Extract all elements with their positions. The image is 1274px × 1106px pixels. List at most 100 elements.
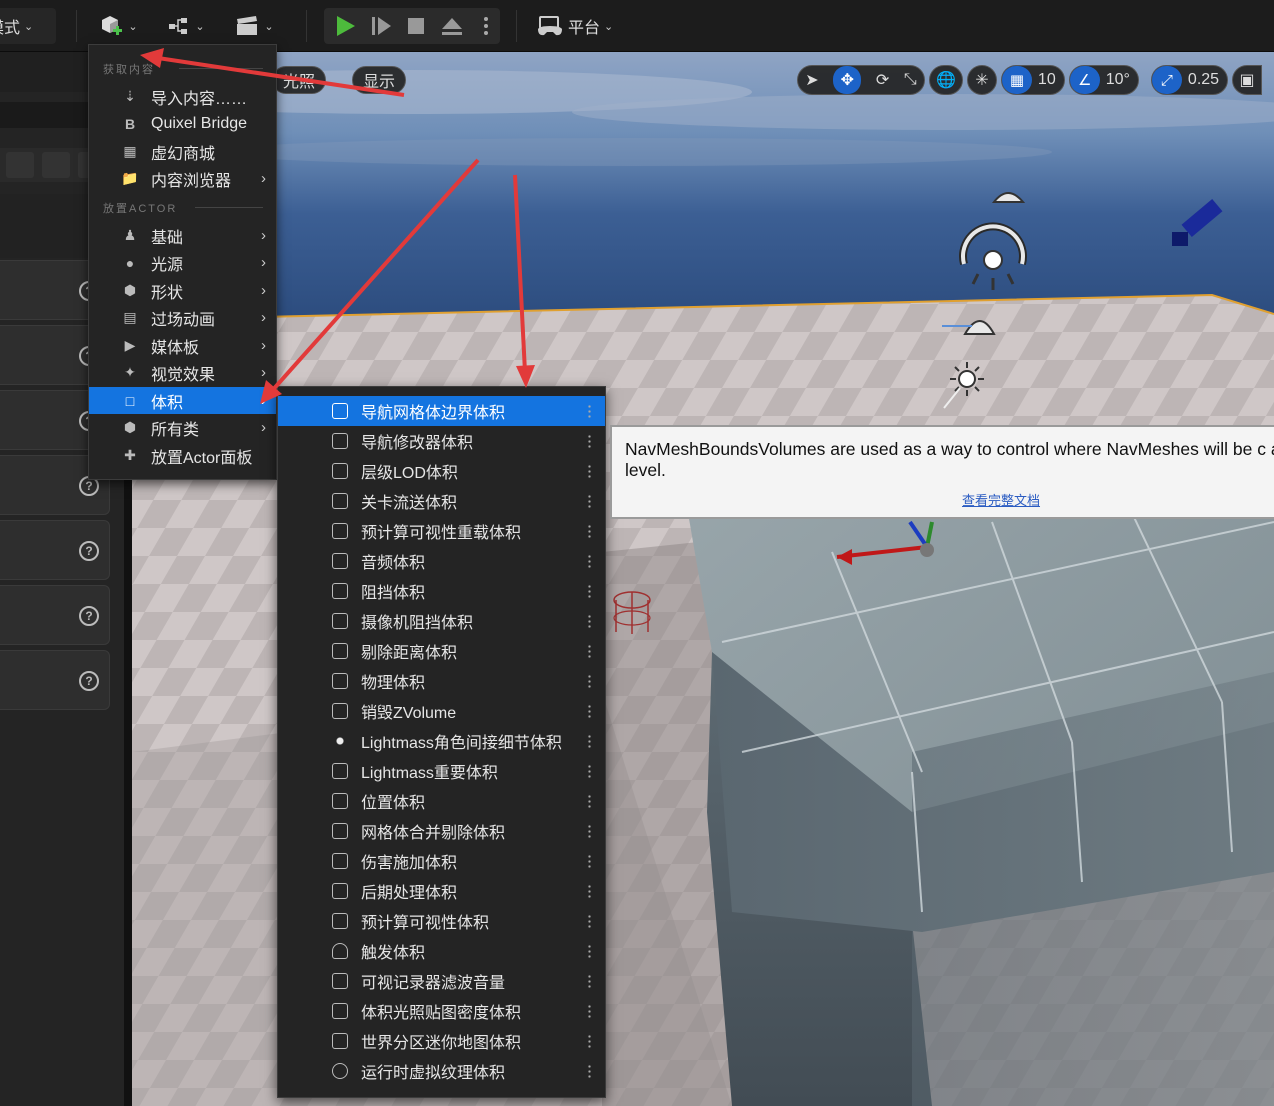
volume-menu-item[interactable]: 阻挡体积 [278, 576, 605, 606]
volume-menu-item[interactable]: 预计算可视性体积 [278, 906, 605, 936]
skip-forward-icon[interactable] [372, 17, 391, 35]
drag-handle-icon[interactable] [587, 764, 593, 778]
scale-snap-value: 0.25 [1187, 71, 1220, 88]
mode-selector[interactable]: 模式 ⌄ [0, 8, 56, 44]
panel-card[interactable]: ? [0, 520, 110, 580]
drag-handle-icon[interactable] [587, 1004, 593, 1018]
drag-handle-icon[interactable] [587, 914, 593, 928]
world-local-toggle[interactable]: 🌐 [929, 65, 963, 95]
drag-handle-icon[interactable] [587, 644, 593, 658]
volume-menu-item[interactable]: 导航修改器体积 [278, 426, 605, 456]
lighting-mode-button[interactable]: 光照 [272, 66, 327, 94]
volume-menu-item[interactable]: 体积光照贴图密度体积 [278, 996, 605, 1026]
drag-handle-icon[interactable] [587, 824, 593, 838]
drag-handle-icon[interactable] [587, 464, 593, 478]
help-icon[interactable]: ? [79, 541, 99, 561]
help-icon[interactable]: ? [79, 606, 99, 626]
menu-item-lights[interactable]: ● 光源 › [89, 249, 276, 276]
create-button[interactable]: ⌄ [92, 8, 144, 44]
platforms-label: 平台 [568, 20, 601, 37]
move-icon[interactable]: ✥ [833, 66, 862, 94]
platforms-button[interactable]: 平台 ⌄ [536, 8, 613, 44]
drag-handle-icon[interactable] [587, 944, 593, 958]
volume-menu-item[interactable]: 剔除距离体积 [278, 636, 605, 666]
volume-menu-item[interactable]: 预计算可视性重载体积 [278, 516, 605, 546]
play-controls [324, 8, 500, 44]
drag-handle-icon[interactable] [587, 884, 593, 898]
drag-handle-icon[interactable] [587, 404, 593, 418]
full-documentation-link[interactable]: 查看完整文档 [962, 490, 1040, 509]
drag-handle-icon[interactable] [587, 494, 593, 508]
menu-item-all-classes[interactable]: ⬢ 所有类 › [89, 414, 276, 441]
rotation-snap-value: 10° [1105, 71, 1130, 88]
drag-handle-icon[interactable] [587, 434, 593, 448]
menu-item-media[interactable]: ▶ 媒体板 › [89, 332, 276, 359]
drag-handle-icon[interactable] [587, 674, 593, 688]
mesh-paint-mode-icon[interactable] [42, 152, 70, 178]
menu-item-import-content[interactable]: ⇣ 导入内容…… [89, 83, 276, 110]
menu-item-content-browser[interactable]: 📁 内容浏览器 › [89, 165, 276, 192]
menu-item-volumes[interactable]: □ 体积 › [89, 387, 276, 414]
volume-menu-item[interactable]: 世界分区迷你地图体积 [278, 1026, 605, 1056]
drag-handle-icon[interactable] [587, 1064, 593, 1078]
grid-snap-control[interactable]: ▦ 10 [1000, 65, 1065, 95]
eject-icon[interactable] [442, 18, 462, 35]
help-icon[interactable]: ? [79, 671, 99, 691]
volume-menu-item[interactable]: 销毁ZVolume [278, 696, 605, 726]
camera-speed-button[interactable]: ▣ [1232, 65, 1263, 95]
menu-item-marketplace[interactable]: ▦ 虚幻商城 [89, 138, 276, 165]
volume-menu-item[interactable]: 可视记录器滤波音量 [278, 966, 605, 996]
drag-handle-icon[interactable] [587, 584, 593, 598]
drag-handle-icon[interactable] [587, 734, 593, 748]
drag-handle-icon[interactable] [587, 854, 593, 868]
menu-item-cinematics[interactable]: ▤ 过场动画 › [89, 304, 276, 331]
chevron-right-icon: › [261, 419, 266, 436]
volume-menu-item[interactable]: 网格体合并剔除体积 [278, 816, 605, 846]
rotation-snap-control[interactable]: ∠ 10° [1068, 65, 1139, 95]
drag-handle-icon[interactable] [587, 794, 593, 808]
volume-menu-item[interactable]: 后期处理体积 [278, 876, 605, 906]
volume-menu-item[interactable]: Lightmass重要体积 [278, 756, 605, 786]
volume-box-icon: □ [125, 392, 135, 409]
cinematics-button[interactable]: ⌄ [228, 8, 280, 44]
more-options-icon[interactable] [484, 17, 488, 35]
volume-menu-item[interactable]: Lightmass角色间接细节体积 [278, 726, 605, 756]
menu-item-shapes[interactable]: ⬢ 形状 › [89, 277, 276, 304]
volume-menu-item-label: 位置体积 [361, 795, 426, 812]
drag-handle-icon[interactable] [587, 614, 593, 628]
volume-menu-item[interactable]: 伤害施加体积 [278, 846, 605, 876]
drag-handle-icon[interactable] [587, 1034, 593, 1048]
menu-item-place-actors-panel[interactable]: ✚ 放置Actor面板 [89, 442, 276, 469]
camera-icon: ▣ [1239, 72, 1255, 89]
drag-handle-icon[interactable] [587, 554, 593, 568]
light-bulb-icon: ● [125, 254, 135, 271]
sparkle-mode-icon[interactable] [6, 152, 34, 178]
stop-icon[interactable] [408, 18, 424, 34]
volume-menu-item[interactable]: 摄像机阻挡体积 [278, 606, 605, 636]
volume-menu-item-label: 预计算可视性重载体积 [361, 525, 522, 542]
menu-item-quixel-bridge[interactable]: B Quixel Bridge [89, 110, 276, 137]
menu-item-basic[interactable]: ♟ 基础 › [89, 222, 276, 249]
volume-menu-item[interactable]: 关卡流送体积 [278, 486, 605, 516]
scale-icon[interactable]: ⤡ [904, 71, 917, 89]
drag-handle-icon[interactable] [587, 524, 593, 538]
menu-item-visual-effects[interactable]: ✦ 视觉效果 › [89, 359, 276, 386]
volume-menu-item[interactable]: 音频体积 [278, 546, 605, 576]
drag-handle-icon[interactable] [587, 974, 593, 988]
play-icon[interactable] [337, 16, 355, 36]
blueprint-button[interactable]: ⌄ [160, 8, 212, 44]
volume-menu-item[interactable]: 导航网格体边界体积 [278, 396, 605, 426]
scale-snap-control[interactable]: ⤢ 0.25 [1150, 65, 1229, 95]
volume-menu-item[interactable]: 层级LOD体积 [278, 456, 605, 486]
volume-menu-item[interactable]: 物理体积 [278, 666, 605, 696]
drag-handle-icon[interactable] [587, 704, 593, 718]
surface-snap-toggle[interactable]: ✳ [966, 65, 997, 95]
volume-menu-item[interactable]: 位置体积 [278, 786, 605, 816]
volume-menu-item[interactable]: 触发体积 [278, 936, 605, 966]
panel-card[interactable]: ? [0, 585, 110, 645]
volume-menu-item[interactable]: 运行时虚拟纹理体积 [278, 1056, 605, 1086]
panel-card[interactable]: ? [0, 650, 110, 710]
select-cursor-icon[interactable]: ➤ [805, 70, 818, 90]
show-flags-button[interactable]: 显示 [352, 66, 407, 94]
rotate-icon[interactable]: ⟳ [876, 70, 889, 90]
